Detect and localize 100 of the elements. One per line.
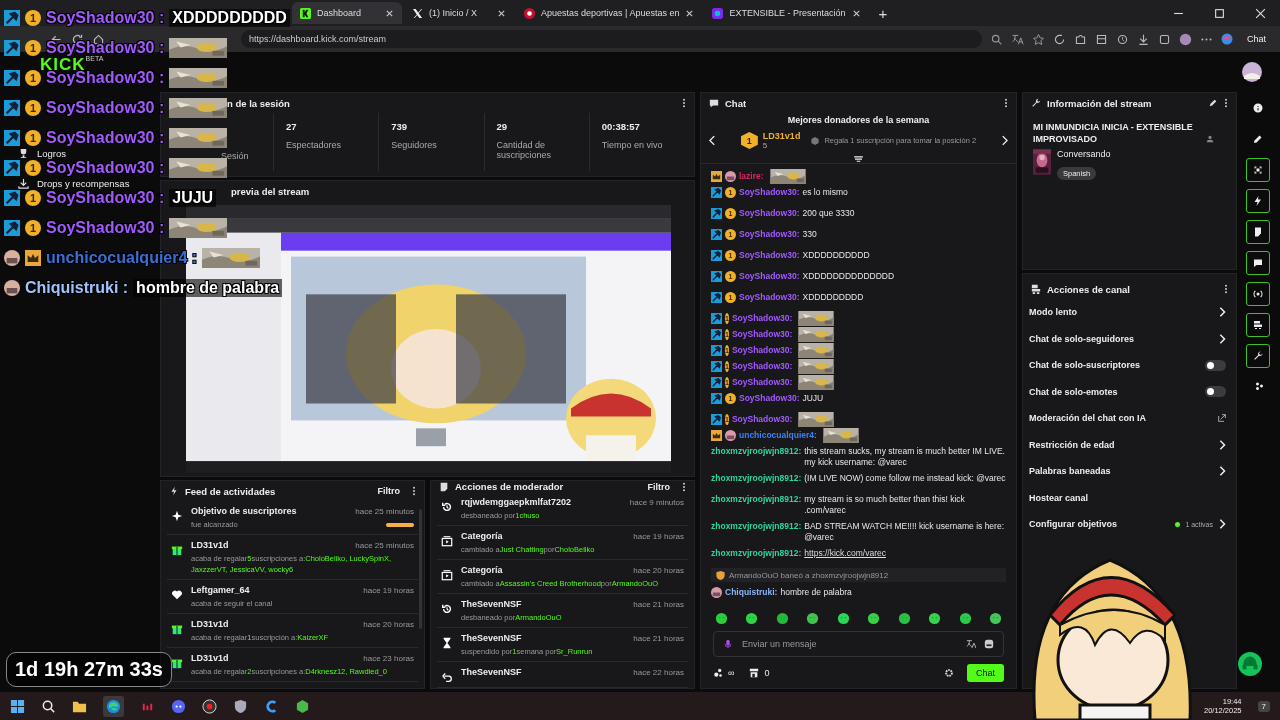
more-icon[interactable] xyxy=(682,481,686,492)
chat-link[interactable]: https://kick.com/varec xyxy=(804,547,886,559)
channel-action-label[interactable]: Modo lento xyxy=(1029,307,1077,318)
emote-icon[interactable] xyxy=(836,612,850,625)
search-icon[interactable] xyxy=(41,698,56,714)
translate-icon[interactable] xyxy=(1011,32,1024,46)
emote-icon[interactable] xyxy=(775,612,789,625)
chat-username[interactable]: lazire: xyxy=(739,170,764,182)
start-icon[interactable] xyxy=(10,698,25,714)
edit-icon[interactable] xyxy=(1208,98,1218,108)
chevron-right-icon[interactable] xyxy=(1218,466,1226,477)
channel-action-label[interactable]: Configurar objetivos xyxy=(1029,519,1117,530)
chat-username[interactable]: zhoxmzvjroojwjn8912: xyxy=(711,445,802,457)
chat-username[interactable]: SoyShadow30: xyxy=(739,186,800,198)
external-link-icon[interactable] xyxy=(1218,413,1226,424)
star-icon[interactable] xyxy=(1032,32,1045,46)
message-input[interactable]: Enviar un mensaje xyxy=(713,631,1004,657)
browser-icon[interactable] xyxy=(103,695,124,717)
chat-username[interactable]: zhoxmzvjroojwjn8912: xyxy=(711,493,802,505)
refresh-icon[interactable] xyxy=(1053,32,1066,46)
emote-icon[interactable] xyxy=(928,612,942,625)
panel-toggle-button[interactable] xyxy=(1246,220,1270,244)
translate-icon[interactable] xyxy=(966,639,976,649)
url-field[interactable]: https://dashboard.kick.com/stream xyxy=(241,30,982,48)
shield-icon[interactable] xyxy=(233,698,248,714)
panel-toggle-button[interactable] xyxy=(1246,158,1270,182)
send-chat-button[interactable]: Chat xyxy=(967,664,1004,682)
chat-username[interactable]: SoyShadow30: xyxy=(731,376,793,388)
scroll-down-icon[interactable] xyxy=(853,156,864,163)
chat-username[interactable]: SoyShadow30: xyxy=(739,270,800,282)
chat-username[interactable]: Chiquistruki: xyxy=(725,586,778,598)
chat-username[interactable]: SoyShadow30: xyxy=(739,207,800,219)
sidebar-item[interactable]: Logros xyxy=(18,148,155,159)
more-icon[interactable] xyxy=(1224,98,1228,108)
c-app-icon[interactable] xyxy=(264,698,279,714)
sidebar-item[interactable]: Drops y recompensas xyxy=(18,178,155,189)
browser-tab[interactable]: (1) Inicio / X xyxy=(404,2,514,24)
extensions-icon[interactable] xyxy=(1074,32,1087,46)
collections-icon[interactable] xyxy=(1158,32,1171,46)
copilot-icon[interactable] xyxy=(1221,33,1233,45)
download-icon[interactable] xyxy=(1137,32,1150,46)
emote-icon[interactable] xyxy=(988,612,1002,625)
category-name[interactable]: Conversando xyxy=(1057,149,1111,159)
toggle-switch[interactable] xyxy=(1205,386,1226,398)
emote-icon[interactable] xyxy=(806,612,820,625)
chat-username[interactable]: zhoxmzvjroojwjn8912: xyxy=(711,520,802,532)
filter-button[interactable]: Filtro xyxy=(371,486,406,496)
chat-username[interactable]: SoyShadow30: xyxy=(731,344,793,356)
emoji-icon[interactable] xyxy=(984,639,994,649)
chat-username[interactable]: SoyShadow30: xyxy=(731,413,793,425)
panel-toggle-button[interactable] xyxy=(1246,251,1270,275)
channel-action-label[interactable]: Moderación del chat con IA xyxy=(1029,413,1147,424)
maximize-icon[interactable] xyxy=(1214,7,1225,19)
panel-toggle-button[interactable] xyxy=(1246,189,1270,213)
discord-icon[interactable] xyxy=(171,698,186,714)
chat-username[interactable]: SoyShadow30: xyxy=(731,328,793,340)
headset-icon[interactable] xyxy=(1238,652,1262,676)
chat-username[interactable]: SoyShadow30: xyxy=(731,360,793,372)
more-icon[interactable] xyxy=(1224,284,1228,294)
more-icon[interactable] xyxy=(1004,98,1008,108)
browser-tab[interactable]: EXTENSIBLE - Presentación xyxy=(704,2,869,24)
chat-username[interactable]: SoyShadow30: xyxy=(739,291,800,303)
history-icon[interactable] xyxy=(1116,32,1129,46)
browser-tab[interactable]: Dashboard xyxy=(292,2,402,24)
panel-toggle-button[interactable] xyxy=(1246,313,1270,337)
chat-username[interactable]: zhoxmzvjroojwjn8912: xyxy=(711,472,802,484)
emote-icon[interactable] xyxy=(745,612,759,625)
channel-action-label[interactable]: Palabras baneadas xyxy=(1029,466,1111,477)
next-icon[interactable] xyxy=(1001,135,1008,146)
new-tab-button[interactable]: + xyxy=(870,4,896,22)
emote-icon[interactable] xyxy=(897,612,911,625)
microphone-icon[interactable] xyxy=(723,639,733,649)
chevron-right-icon[interactable] xyxy=(1218,333,1226,344)
chat-username[interactable]: SoyShadow30: xyxy=(731,312,793,324)
toggle-switch[interactable] xyxy=(1205,359,1226,371)
chevron-right-icon[interactable] xyxy=(1218,439,1226,450)
more-icon[interactable] xyxy=(682,98,686,108)
chat-username[interactable]: SoyShadow30: xyxy=(739,249,800,261)
chevron-right-icon[interactable] xyxy=(1218,307,1226,318)
emote-icon[interactable] xyxy=(867,612,881,625)
recorder-icon[interactable] xyxy=(202,698,217,714)
more-icon[interactable] xyxy=(412,486,416,496)
zoom-icon[interactable] xyxy=(990,32,1003,46)
notifications-button[interactable]: 7 xyxy=(1257,700,1270,712)
close-icon[interactable] xyxy=(497,8,506,18)
close-icon[interactable] xyxy=(385,8,394,18)
emote-icon[interactable] xyxy=(958,612,972,625)
channel-action-label[interactable]: Restricción de edad xyxy=(1029,439,1115,450)
chat-username[interactable]: zhoxmzvjroojwjn8912: xyxy=(711,547,802,559)
channel-action-label[interactable]: Chat de solo-emotes xyxy=(1029,386,1118,397)
chevron-right-icon[interactable] xyxy=(1218,519,1226,530)
channel-action-label[interactable]: Chat de solo-seguidores xyxy=(1029,333,1135,344)
close-icon[interactable] xyxy=(851,8,861,18)
profile-avatar-icon[interactable] xyxy=(1179,32,1192,46)
browser-tab[interactable]: Apuestas deportivas | Apuestas en xyxy=(516,2,703,24)
channel-action-label[interactable]: Hostear canal xyxy=(1029,492,1089,503)
panel-toggle-button[interactable] xyxy=(1246,344,1270,368)
chat-username[interactable]: SoyShadow30: xyxy=(739,228,800,240)
chat-username[interactable]: SoyShadow30: xyxy=(739,392,800,404)
chat-username[interactable]: unchicocualquier4: xyxy=(739,429,817,441)
